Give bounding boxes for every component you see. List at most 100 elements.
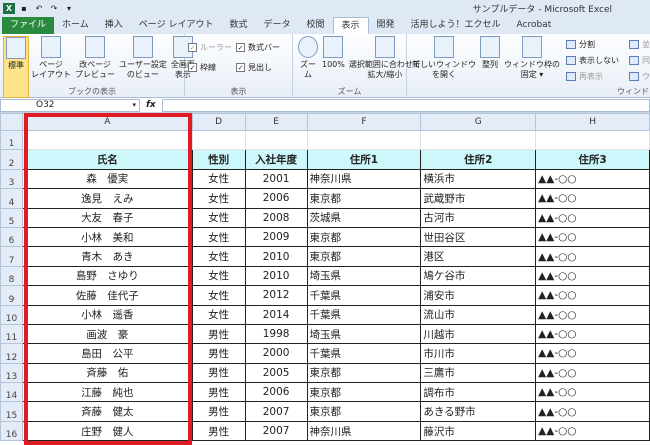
row-header[interactable]: 3 — [0, 168, 23, 190]
cell[interactable]: 島田 公平 — [21, 343, 193, 364]
cell[interactable]: 島野 さゆり — [21, 265, 193, 287]
ruler-checkbox[interactable]: ✓ ルーラー — [188, 38, 236, 56]
cell[interactable]: 男性 — [191, 382, 246, 403]
cell[interactable]: 埼玉県 — [306, 265, 422, 287]
cell[interactable]: 2009 — [244, 226, 308, 248]
cell[interactable]: ▲▲-○○ — [535, 168, 650, 190]
cell[interactable]: 女性 — [191, 265, 246, 287]
cell[interactable]: 女性 — [191, 207, 246, 228]
cell[interactable]: 三鷹市 — [420, 362, 537, 384]
gridlines-checkbox[interactable]: ✓ 枠線 — [188, 58, 236, 76]
column-header-E[interactable]: E — [244, 113, 308, 131]
cell[interactable]: 女性 — [191, 246, 246, 267]
tab-0[interactable]: ファイル — [2, 17, 55, 34]
row-header[interactable]: 6 — [0, 226, 23, 248]
row-header[interactable]: 14 — [0, 382, 23, 403]
empty-cell[interactable] — [191, 129, 246, 151]
cell[interactable]: 2010 — [244, 265, 308, 287]
new-window-button[interactable]: 新しいウィンドウ を開く — [410, 36, 478, 98]
cell[interactable]: 武蔵野市 — [420, 188, 537, 209]
cell[interactable]: 2007 — [244, 401, 308, 422]
tab-2[interactable]: 挿入 — [97, 17, 131, 34]
cell[interactable]: ▲▲-○○ — [535, 304, 650, 325]
cell[interactable]: 世田谷区 — [420, 226, 537, 248]
cell[interactable]: 千葉県 — [306, 304, 422, 325]
cell[interactable]: 茨城県 — [306, 207, 422, 228]
cell[interactable]: 東京都 — [306, 246, 422, 267]
cell[interactable]: 男性 — [191, 401, 246, 422]
row-header[interactable]: 16 — [0, 420, 23, 442]
cell[interactable]: 小林 美和 — [21, 226, 193, 248]
header-cell[interactable]: 氏名 — [21, 149, 193, 170]
tab-9[interactable]: 活用しよう！エクセル — [403, 17, 509, 34]
row-header[interactable]: 12 — [0, 343, 23, 364]
cell[interactable]: 大友 春子 — [21, 207, 193, 228]
cell[interactable]: 画波 豪 — [21, 323, 193, 345]
row-header[interactable]: 9 — [0, 285, 23, 306]
cell[interactable]: 横浜市 — [420, 168, 537, 190]
cell[interactable]: ▲▲-○○ — [535, 207, 650, 228]
insert-function-icon[interactable]: fx — [146, 100, 156, 110]
cell[interactable]: 2006 — [244, 188, 308, 209]
empty-cell[interactable] — [420, 129, 537, 151]
cell[interactable]: 鳩ケ谷市 — [420, 265, 537, 287]
row-header[interactable]: 4 — [0, 188, 23, 209]
cell[interactable]: 東京都 — [306, 188, 422, 209]
cell[interactable]: 千葉県 — [306, 285, 422, 306]
cell[interactable]: 佐藤 佳代子 — [21, 285, 193, 306]
header-cell[interactable]: 住所1 — [306, 149, 422, 170]
cell[interactable]: 流山市 — [420, 304, 537, 325]
cell[interactable]: ▲▲-○○ — [535, 362, 650, 384]
row-header[interactable]: 1 — [0, 129, 23, 151]
cell[interactable]: ▲▲-○○ — [535, 420, 650, 442]
header-cell[interactable]: 入社年度 — [244, 149, 308, 170]
cell[interactable]: 市川市 — [420, 343, 537, 364]
tab-10[interactable]: Acrobat — [509, 17, 560, 34]
cell[interactable]: 東京都 — [306, 382, 422, 403]
row-header[interactable]: 11 — [0, 323, 23, 345]
unhide-button[interactable]: 再表示 — [566, 68, 619, 84]
tab-8[interactable]: 開発 — [369, 17, 403, 34]
cell[interactable]: 女性 — [191, 304, 246, 325]
cell[interactable]: ▲▲-○○ — [535, 401, 650, 422]
cell[interactable]: 2008 — [244, 207, 308, 228]
cell[interactable]: 神奈川県 — [306, 168, 422, 190]
cell[interactable]: 藤沢市 — [420, 420, 537, 442]
cell[interactable]: 斉藤 健太 — [21, 401, 193, 422]
cell[interactable]: 東京都 — [306, 362, 422, 384]
cell[interactable]: 古河市 — [420, 207, 537, 228]
headings-checkbox[interactable]: ✓ 見出し — [236, 58, 290, 76]
split-button[interactable]: 分割 — [566, 36, 619, 52]
formula-input[interactable] — [161, 98, 650, 112]
cell[interactable]: ▲▲-○○ — [535, 343, 650, 364]
tab-7[interactable]: 表示 — [332, 17, 369, 34]
column-header-F[interactable]: F — [306, 113, 422, 131]
hide-button[interactable]: 表示しない — [566, 52, 619, 68]
column-header-H[interactable]: H — [535, 113, 650, 131]
cell[interactable]: ▲▲-○○ — [535, 226, 650, 248]
cell[interactable]: 調布市 — [420, 382, 537, 403]
empty-cell[interactable] — [244, 129, 308, 151]
cell[interactable]: 港区 — [420, 246, 537, 267]
freeze-panes-button[interactable]: ウィンドウ枠の 固定 ▾ — [502, 36, 562, 98]
cell[interactable]: 埼玉県 — [306, 323, 422, 345]
cell[interactable]: 男性 — [191, 343, 246, 364]
cell[interactable]: 女性 — [191, 285, 246, 306]
cell[interactable]: 浦安市 — [420, 285, 537, 306]
cell[interactable]: 東京都 — [306, 401, 422, 422]
cell[interactable]: ▲▲-○○ — [535, 323, 650, 345]
cell[interactable]: 2005 — [244, 362, 308, 384]
row-header[interactable]: 10 — [0, 304, 23, 325]
cell[interactable]: 斉藤 佑 — [21, 362, 193, 384]
arrange-all-button[interactable]: 整列 — [478, 36, 502, 98]
side-by-side-button[interactable]: 並べて — [629, 36, 650, 52]
cell[interactable]: 男性 — [191, 362, 246, 384]
tab-5[interactable]: データ — [255, 17, 298, 34]
undo-icon[interactable]: ↶ — [33, 3, 45, 14]
cell[interactable]: 2001 — [244, 168, 308, 190]
tab-1[interactable]: ホーム — [54, 17, 97, 34]
save-icon[interactable]: ▪ — [18, 3, 30, 14]
cell[interactable]: 2012 — [244, 285, 308, 306]
cell[interactable]: 男性 — [191, 323, 246, 345]
cell[interactable]: 女性 — [191, 188, 246, 209]
